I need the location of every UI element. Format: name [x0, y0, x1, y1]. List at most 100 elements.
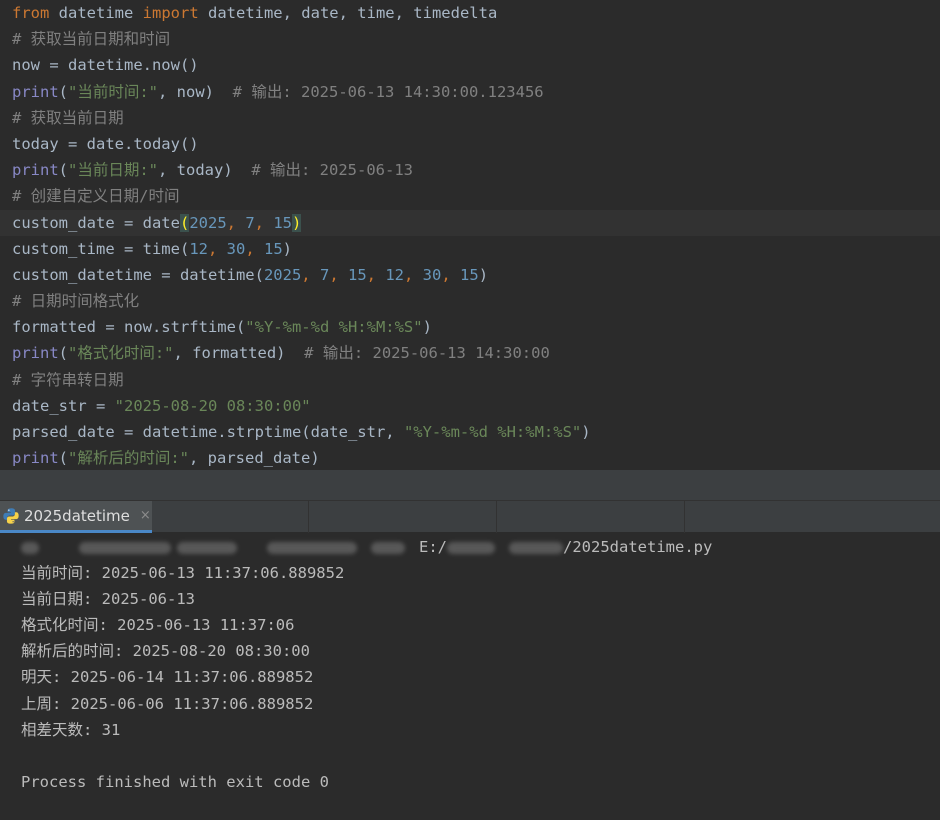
code-token: print [12, 449, 59, 468]
code-token: print [12, 82, 59, 101]
code-token: now = datetime.now() [12, 56, 199, 75]
python-icon [3, 507, 19, 524]
console-line: Process finished with exit code 0 [21, 772, 329, 791]
code-token: datetime [49, 4, 143, 22]
code-token: 12 [385, 265, 404, 284]
code-line[interactable]: print("格式化时间:", formatted) # 输出: 2025-06… [0, 340, 940, 366]
code-line[interactable]: date_str = "2025-08-20 08:30:00" [0, 393, 940, 419]
code-token: # 创建自定义日期/时间 [12, 187, 180, 206]
code-token: 30 [226, 239, 246, 258]
console-line: 格式化时间: 2025-06-13 11:37:06 [21, 616, 295, 635]
console-command-path: E:/ [419, 538, 447, 556]
code-token: ) [282, 239, 293, 258]
console-line: 相差天数: 31 [21, 720, 121, 739]
code-token: , [254, 213, 274, 232]
code-token: # 输出: 2025-06-13 [251, 161, 413, 180]
code-token: import [142, 4, 199, 22]
code-line[interactable]: # 字符串转日期 [0, 367, 940, 393]
code-token: "当前时间:" [68, 82, 159, 101]
code-token: "格式化时间:" [68, 344, 174, 363]
code-token: ( [58, 82, 69, 101]
code-token: # 输出: 2025-06-13 14:30:00.123456 [232, 82, 544, 101]
code-token: ) [292, 213, 302, 232]
code-token: ( [58, 449, 69, 468]
code-token: 2025 [189, 213, 227, 232]
code-token: # 获取当前日期和时间 [12, 30, 171, 49]
code-line[interactable]: # 获取当前日期 [0, 105, 940, 131]
code-token: 7 [319, 265, 330, 284]
code-token: , [301, 265, 320, 284]
code-line[interactable]: custom_datetime = datetime(2025, 7, 15, … [0, 262, 940, 288]
code-token: 30 [422, 265, 442, 284]
code-token: custom_time = time( [12, 239, 190, 258]
code-line[interactable]: custom_time = time(12, 30, 15) [0, 236, 940, 262]
code-line[interactable]: # 日期时间格式化 [0, 288, 940, 314]
console-command-line: E:/ /2025datetime.py [0, 534, 940, 560]
code-token: ) [581, 423, 591, 441]
code-token: print [12, 161, 59, 180]
code-token: 7 [245, 213, 255, 232]
code-token: 15 [347, 265, 367, 284]
code-editor[interactable]: from datetime import datetime, date, tim… [0, 0, 940, 470]
code-token: ( [58, 161, 69, 180]
code-token: 15 [273, 213, 293, 232]
run-tab-label: 2025datetime [24, 506, 130, 525]
code-token: "%Y-%m-%d %H:%M:%S" [245, 318, 423, 337]
console-command-script: /2025datetime.py [563, 538, 713, 556]
code-line[interactable]: print("当前日期:", today) # 输出: 2025-06-13 [0, 157, 940, 183]
console-line: 当前日期: 2025-06-13 [21, 590, 195, 609]
console-line: 当前时间: 2025-06-13 11:37:06.889852 [21, 564, 345, 583]
code-token: "%Y-%m-%d %H:%M:%S" [403, 423, 582, 441]
code-token: 15 [264, 239, 283, 258]
code-token: formatted = now.strftime( [12, 318, 246, 337]
code-token: "2025-08-20 08:30:00" [114, 396, 311, 415]
code-token: date_str = [12, 396, 115, 415]
tab-divider [496, 501, 497, 533]
run-tab-2025datetime[interactable]: 2025datetime × [0, 501, 152, 533]
code-line[interactable]: # 创建自定义日期/时间 [0, 183, 940, 209]
tab-divider [308, 501, 309, 533]
code-line[interactable]: custom_date = date(2025, 7, 15) [0, 209, 940, 236]
code-line[interactable]: print("当前时间:", now) # 输出: 2025-06-13 14:… [0, 79, 940, 105]
editor-status-gap [0, 470, 940, 500]
code-token: today = date.today() [12, 134, 199, 153]
code-token: from [12, 4, 50, 22]
code-token: , [366, 265, 386, 284]
code-token: custom_date = date [12, 213, 180, 232]
code-line[interactable]: today = date.today() [0, 131, 940, 157]
code-line[interactable]: now = datetime.now() [0, 52, 940, 78]
code-token: , [404, 265, 423, 284]
console-line: 明天: 2025-06-14 11:37:06.889852 [21, 668, 314, 687]
code-token: custom_datetime = datetime( [12, 265, 264, 284]
code-token: "解析后的时间:" [68, 449, 190, 468]
code-token: , [207, 239, 227, 258]
code-token: # 字符串转日期 [12, 370, 124, 389]
code-token: ( [58, 344, 69, 363]
code-token: , now) [158, 82, 233, 101]
code-token: , [245, 239, 264, 258]
code-token: parsed_date = datetime.strptime(date_str… [12, 423, 404, 441]
code-token: 12 [189, 239, 208, 258]
code-line[interactable]: formatted = now.strftime("%Y-%m-%d %H:%M… [0, 314, 940, 340]
code-line[interactable]: print("解析后的时间:", parsed_date) [0, 445, 940, 470]
code-token: , [329, 265, 348, 284]
code-line[interactable]: # 获取当前日期和时间 [0, 26, 940, 52]
run-tool-window-tabs: 2025datetime × [0, 500, 940, 533]
code-token: "当前日期:" [68, 161, 159, 180]
code-line[interactable]: parsed_date = datetime.strptime(date_str… [0, 419, 940, 445]
code-line[interactable]: from datetime import datetime, date, tim… [0, 0, 940, 26]
code-token: datetime, date, time, timedelta [198, 4, 498, 22]
code-token: 2025 [263, 265, 302, 284]
run-console-output[interactable]: E:/ /2025datetime.py 当前时间: 2025-06-13 11:… [0, 533, 940, 820]
code-token: ( [179, 213, 190, 232]
code-token: , formatted) [173, 344, 305, 363]
console-line: 解析后的时间: 2025-08-20 08:30:00 [21, 642, 310, 661]
code-token: , today) [158, 161, 252, 180]
code-token: , parsed_date) [189, 449, 320, 468]
code-token: , [226, 213, 246, 232]
code-token: print [12, 344, 59, 363]
code-token: # 输出: 2025-06-13 14:30:00 [304, 344, 550, 363]
close-icon[interactable]: × [140, 508, 151, 523]
code-token: , [441, 265, 461, 284]
